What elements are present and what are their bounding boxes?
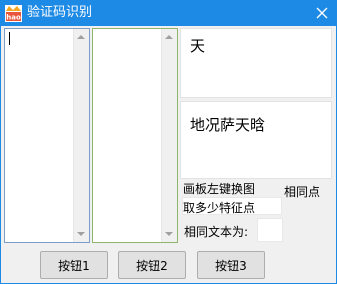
scroll-up-arrow-icon[interactable] [77, 35, 85, 39]
text-caret [9, 32, 10, 45]
window-title: 验证码识别 [27, 5, 93, 20]
middle-text-panel: 地况萨天晗 [180, 101, 332, 179]
left-list-scrollbar[interactable] [73, 29, 89, 242]
captcha-recognition-window: hao 验证码识别 天 地况萨天晗 画板左键换图 相同点 取多少特征点 相同文本… [0, 0, 337, 284]
title-bar[interactable]: hao 验证码识别 [0, 0, 337, 26]
svg-text:hao: hao [6, 14, 21, 22]
close-icon [316, 7, 328, 19]
close-button[interactable] [307, 0, 337, 26]
right-list-box[interactable] [92, 28, 178, 243]
button-1[interactable]: 按钮1 [40, 251, 108, 279]
same-text-field[interactable] [257, 218, 283, 242]
same-text-label: 相同文本为: [184, 225, 249, 239]
scroll-up-arrow-icon[interactable] [165, 35, 173, 39]
hao-app-icon: hao [5, 5, 22, 22]
same-points-label: 相同点 [284, 185, 321, 199]
right-list-scrollbar[interactable] [161, 29, 177, 242]
middle-panel-text: 地况萨天晗 [190, 116, 266, 134]
left-list-box[interactable] [4, 28, 90, 243]
top-panel-text: 天 [190, 37, 206, 55]
draw-board-label: 画板左键换图 [183, 182, 256, 196]
button-3[interactable]: 按钮3 [197, 251, 265, 279]
scroll-down-arrow-icon[interactable] [165, 232, 173, 236]
button-2[interactable]: 按钮2 [118, 251, 186, 279]
scroll-down-arrow-icon[interactable] [77, 232, 85, 236]
top-text-panel: 天 [180, 28, 332, 98]
feature-points-label: 取多少特征点 [183, 201, 256, 215]
